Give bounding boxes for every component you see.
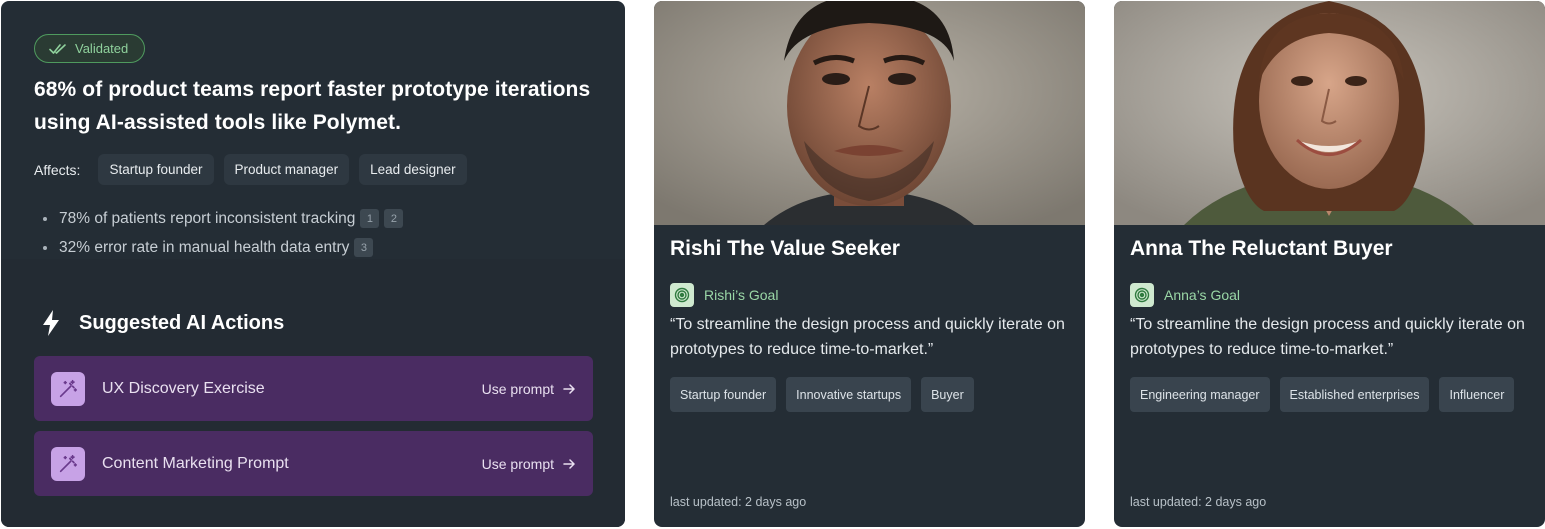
arrow-right-icon (563, 383, 575, 394)
persona-quote: “To streamline the design process and qu… (1130, 316, 1525, 358)
ai-action-ux-discovery[interactable]: UX Discovery Exercise Use prompt (34, 356, 593, 421)
persona-name: Rishi The Value Seeker (670, 237, 900, 260)
evidence-item: 32% error rate in manual health data ent… (43, 233, 403, 262)
evidence-text: 32% error rate in manual health data ent… (59, 238, 350, 256)
persona-name: Anna The Reluctant Buyer (1130, 237, 1393, 260)
validated-badge-label: Validated (75, 41, 129, 56)
evidence-item: 78% of patients report inconsistent trac… (43, 204, 404, 233)
double-check-icon (49, 43, 66, 54)
persona-card[interactable]: Anna The Reluctant Buyer Anna’s Goal “To… (1114, 1, 1545, 527)
insight-headline: 68% of product teams report faster proto… (34, 78, 591, 134)
bullet-dot (43, 216, 47, 221)
persona-quote: “To streamline the design process and qu… (670, 316, 1065, 358)
affects-label: Affects: (34, 161, 81, 178)
persona-tag: Engineering manager (1130, 377, 1270, 412)
persona-goal: Anna’s Goal (1130, 283, 1240, 307)
goal-label: Anna’s Goal (1164, 287, 1241, 303)
affects-chip: Product manager (223, 154, 350, 185)
use-prompt-label: Use prompt (481, 455, 554, 472)
actions-title: Suggested AI Actions (41, 309, 284, 337)
use-prompt-label: Use prompt (481, 380, 554, 397)
persona-goal: Rishi’s Goal (670, 283, 778, 307)
affects-chip: Lead designer (359, 154, 467, 185)
action-label: Content Marketing Prompt (102, 454, 289, 472)
persona-photo (1114, 1, 1545, 225)
insight-card: Validated 68% of product teams report fa… (1, 1, 625, 527)
actions-title-text: Suggested AI Actions (79, 311, 285, 334)
persona-tags: Startup founder Innovative startups Buye… (670, 377, 1070, 412)
persona-tag: Innovative startups (786, 377, 912, 412)
lightning-icon (43, 310, 59, 336)
ai-action-content-marketing[interactable]: Content Marketing Prompt Use prompt (34, 431, 593, 496)
persona-tag: Startup founder (670, 377, 777, 412)
persona-tag: Influencer (1439, 377, 1515, 412)
last-updated: last updated: 2 days ago (1130, 495, 1267, 509)
affects-chip: Startup founder (98, 154, 214, 185)
reference-badge[interactable]: 1 (360, 209, 380, 228)
use-prompt-button[interactable]: Use prompt (482, 381, 575, 397)
persona-tag: Buyer (921, 377, 974, 412)
persona-card[interactable]: Rishi The Value Seeker Rishi’s Goal “To … (654, 1, 1085, 527)
affects-row: Affects: Startup founder Product manager… (34, 154, 467, 185)
use-prompt-button[interactable]: Use prompt (482, 456, 575, 472)
action-label: UX Discovery Exercise (102, 379, 265, 397)
persona-tag: Established enterprises (1279, 377, 1430, 412)
goal-label: Rishi’s Goal (704, 287, 779, 303)
evidence-list: 78% of patients report inconsistent trac… (43, 204, 404, 262)
validated-badge: Validated (34, 34, 146, 63)
bullet-dot (43, 245, 47, 250)
target-icon (1130, 283, 1154, 307)
arrow-right-icon (563, 458, 575, 469)
reference-badge[interactable]: 3 (354, 238, 374, 257)
target-icon (670, 283, 694, 307)
persona-photo (654, 1, 1085, 225)
reference-badge[interactable]: 2 (384, 209, 404, 228)
magic-wand-icon (51, 371, 85, 406)
magic-wand-icon (51, 446, 85, 481)
persona-tags: Engineering manager Established enterpri… (1130, 377, 1530, 412)
last-updated: last updated: 2 days ago (670, 495, 807, 509)
evidence-text: 78% of patients report inconsistent trac… (59, 209, 356, 227)
